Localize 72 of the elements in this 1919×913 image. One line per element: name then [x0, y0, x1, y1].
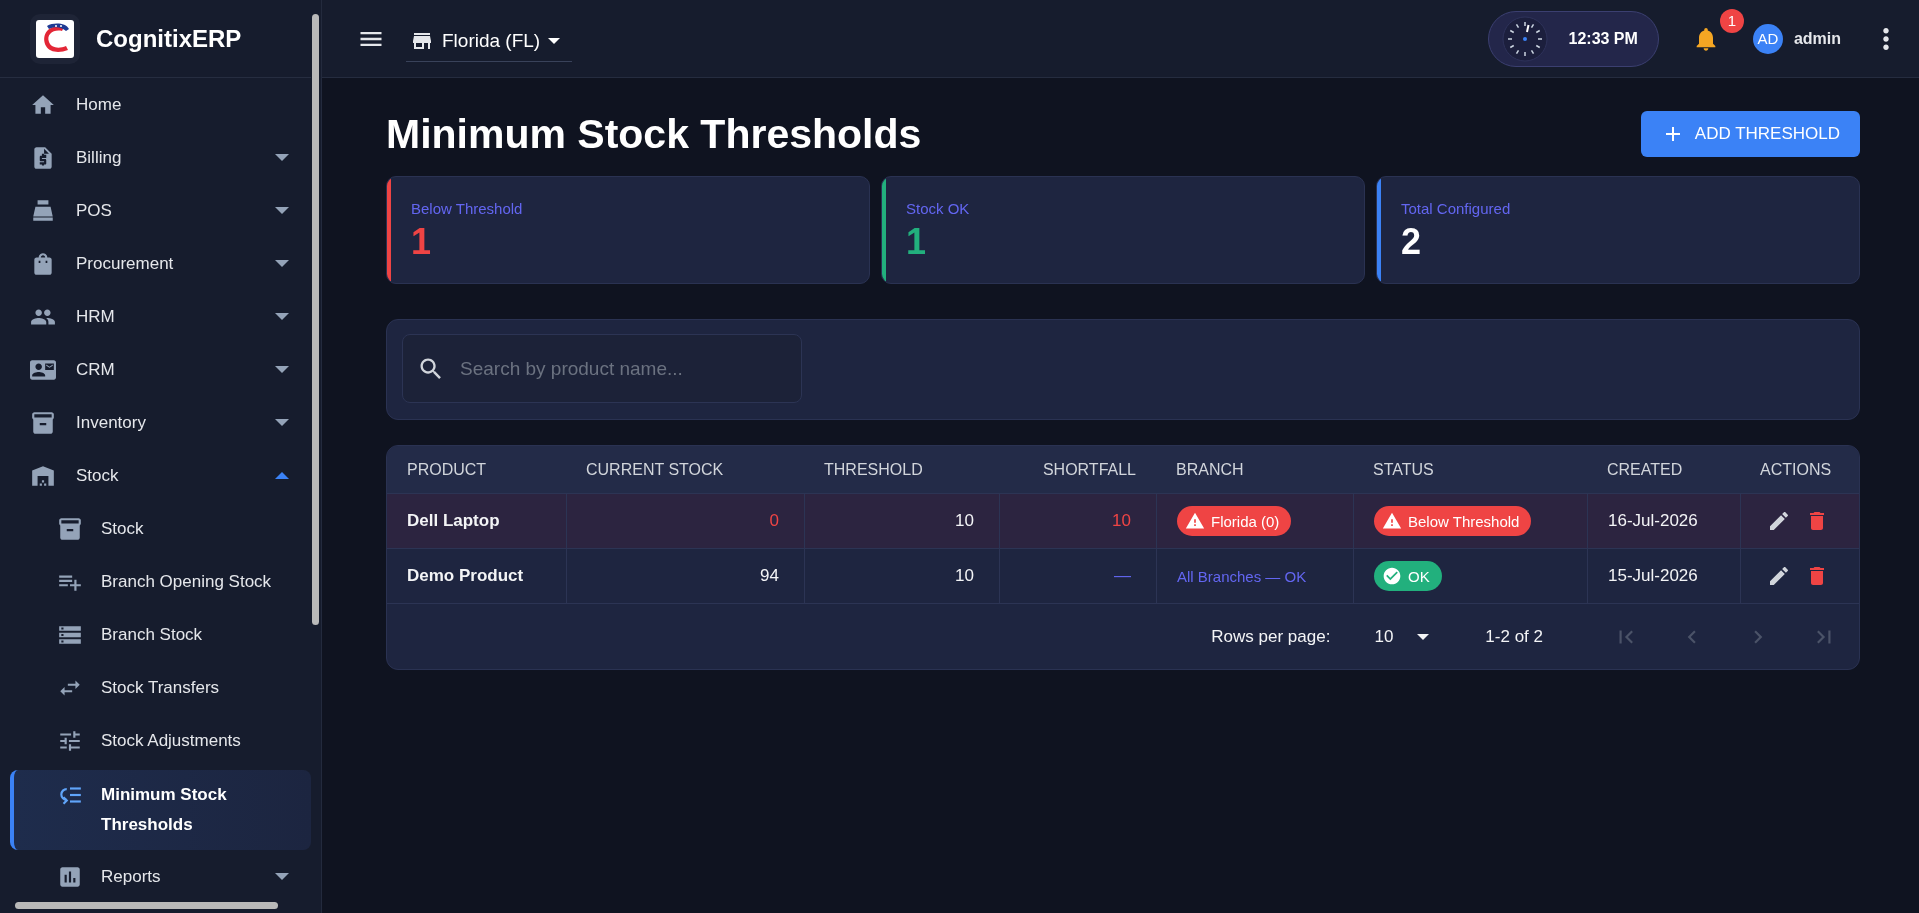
- user-name[interactable]: admin: [1793, 29, 1841, 48]
- scrollbar[interactable]: [312, 14, 319, 625]
- table-cell: —: [999, 548, 1156, 603]
- stat-value: 1: [411, 221, 433, 263]
- warning-icon: [1185, 511, 1205, 531]
- branch-selector[interactable]: Florida (FL): [406, 21, 573, 62]
- stat-label: Below Threshold: [411, 200, 523, 217]
- stat-label: Total Configured: [1401, 200, 1511, 217]
- sidebar-item[interactable]: POS: [0, 184, 311, 237]
- table-cell: 15-Jul-2026: [1587, 548, 1740, 603]
- rows-per-page-select[interactable]: 10: [1368, 625, 1436, 648]
- table-cell: Demo Product: [387, 548, 566, 603]
- status-badge: Below Threshold: [1374, 506, 1532, 536]
- edit-button[interactable]: [1767, 564, 1791, 588]
- rows-per-page-label: Rows per page:: [1211, 626, 1331, 647]
- pencil-icon: [1767, 564, 1791, 588]
- table-cell: 10: [999, 493, 1156, 548]
- column-header: CURRENT STOCK: [566, 446, 804, 493]
- sidebar-item[interactable]: Stock Transfers: [0, 661, 311, 714]
- page-range: 1-2 of 2: [1485, 626, 1543, 647]
- search-field[interactable]: Search by product name...: [402, 334, 802, 403]
- stat-value: 1: [906, 221, 928, 263]
- add-threshold-button[interactable]: ADD THRESHOLD: [1640, 111, 1860, 157]
- table-cell: 10: [804, 493, 999, 548]
- table-cell: 94: [566, 548, 804, 603]
- sidebar-item[interactable]: CRM: [0, 343, 311, 396]
- column-header: CREATED: [1587, 446, 1740, 493]
- sidebar-item[interactable]: Stock: [0, 502, 311, 555]
- warning-icon: [1382, 511, 1402, 531]
- notification-count: 1: [1719, 8, 1744, 33]
- sidebar-item[interactable]: Inventory: [0, 396, 311, 449]
- sidebar-item[interactable]: HRM: [0, 290, 311, 343]
- clock-icon: [1500, 14, 1549, 63]
- stat-label: Stock OK: [906, 200, 970, 217]
- clock-time: 12:33 PM: [1568, 29, 1638, 48]
- logo-icon: [30, 13, 80, 64]
- pencil-icon: [1767, 509, 1791, 533]
- column-header: SHORTFALL: [999, 446, 1156, 493]
- sidebar-item[interactable]: Home: [0, 78, 311, 131]
- table-cell: 16-Jul-2026: [1587, 493, 1740, 548]
- sidebar-item[interactable]: Stock Adjustments: [0, 714, 311, 767]
- more-vertical-icon: [1883, 27, 1889, 50]
- sidebar-item[interactable]: Branch Opening Stock: [0, 555, 311, 608]
- column-header: THRESHOLD: [804, 446, 999, 493]
- sidebar-item[interactable]: Procurement: [0, 237, 311, 290]
- table-cell: Dell Laptop: [387, 493, 566, 548]
- stat-value: 2: [1401, 221, 1423, 263]
- sidebar-item[interactable]: Reports: [0, 850, 311, 903]
- sidebar-item[interactable]: Branch Stock: [0, 608, 311, 661]
- table-cell: 10: [804, 548, 999, 603]
- page-title: Minimum Stock Thresholds: [386, 110, 922, 158]
- column-header: PRODUCT: [387, 446, 566, 493]
- sidebar-item[interactable]: Minimum Stock Thresholds: [10, 770, 311, 850]
- scrollbar[interactable]: [15, 902, 278, 909]
- table-cell: 0: [566, 493, 804, 548]
- archive-box-icon: [57, 515, 83, 542]
- branch-text: All Branches — OK: [1177, 567, 1307, 585]
- sidebar-item[interactable]: Billing: [0, 131, 311, 184]
- column-header: BRANCH: [1156, 446, 1353, 493]
- status-badge: Florida (0): [1177, 506, 1292, 536]
- more-options-button[interactable]: [1883, 27, 1889, 50]
- column-header: ACTIONS: [1740, 446, 1859, 493]
- edit-button[interactable]: [1767, 509, 1791, 533]
- app-name: CognitixERP: [96, 24, 242, 53]
- sidebar-item[interactable]: Stock: [0, 449, 311, 502]
- avatar[interactable]: AD: [1752, 23, 1783, 54]
- column-header: STATUS: [1353, 446, 1587, 493]
- caret-icon: [1417, 633, 1430, 640]
- caret-icon: [548, 38, 561, 44]
- status-badge: OK: [1374, 561, 1442, 591]
- archive-box-icon: [30, 409, 56, 436]
- cash-register-icon: [30, 197, 56, 224]
